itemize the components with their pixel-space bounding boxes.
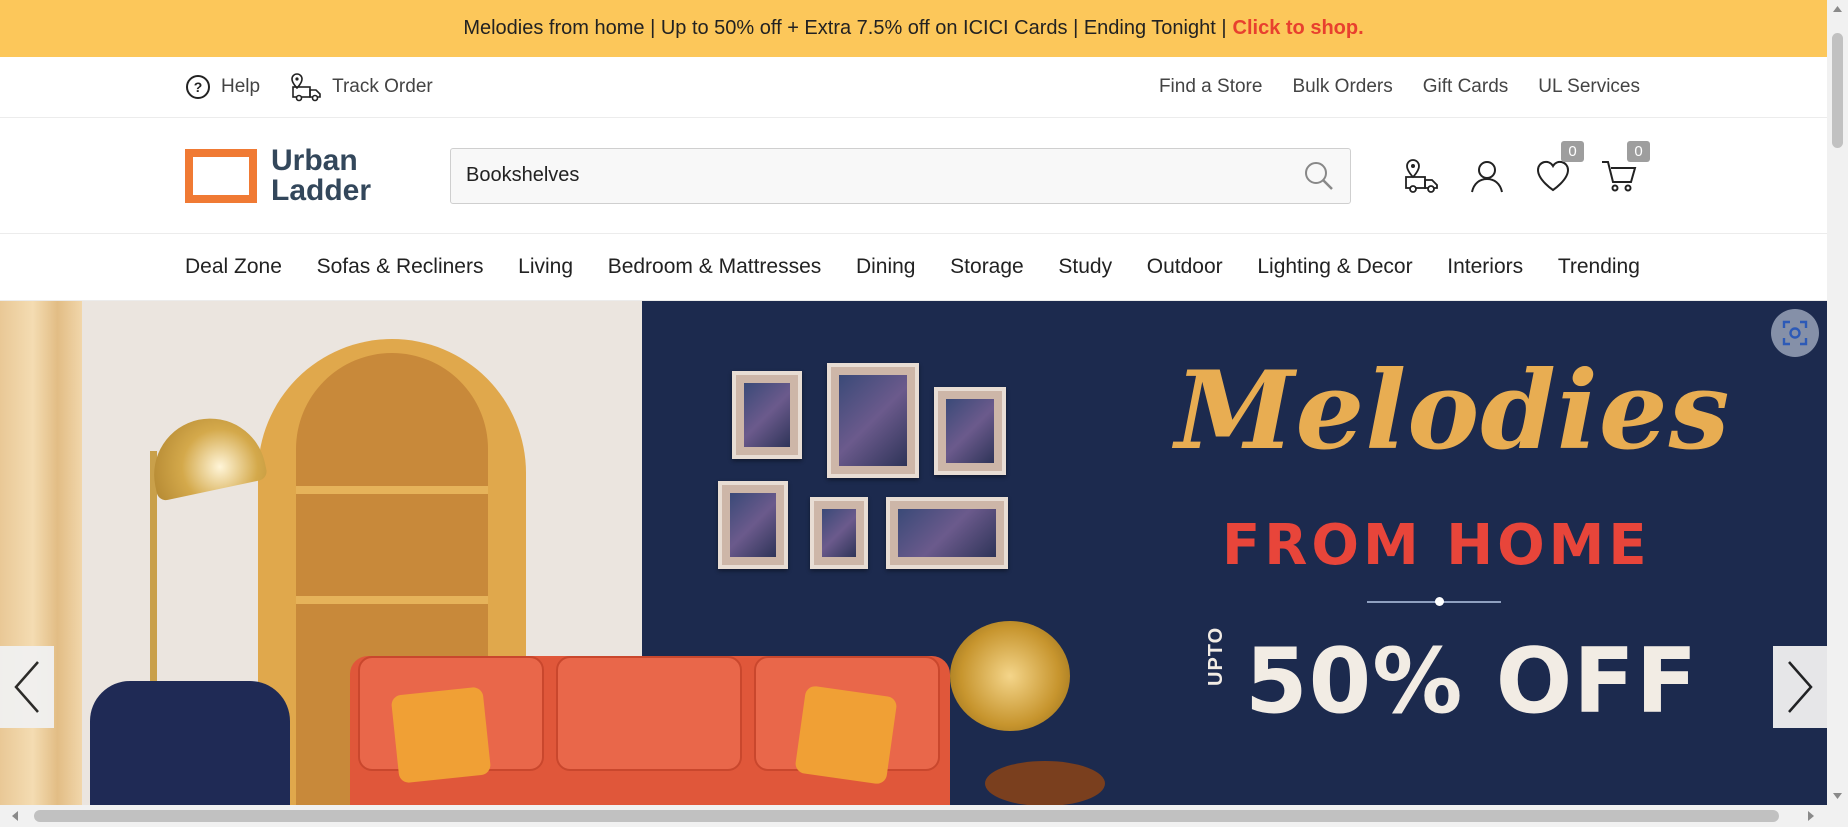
gift-cards-link[interactable]: Gift Cards <box>1423 76 1509 98</box>
viewport: Melodies from home | Up to 50% off + Ext… <box>0 0 1827 805</box>
promo-text: Melodies from home | Up to 50% off + Ext… <box>463 17 1227 39</box>
find-store-link[interactable]: Find a Store <box>1159 76 1263 98</box>
visual-search-button[interactable] <box>1771 309 1819 357</box>
nav-item-trending[interactable]: Trending <box>1558 255 1640 279</box>
nav-item-interiors[interactable]: Interiors <box>1447 255 1523 279</box>
track-order-label: Track Order <box>332 76 433 97</box>
ul-services-link[interactable]: UL Services <box>1538 76 1640 98</box>
chevron-right-icon <box>1788 661 1813 713</box>
account-button[interactable] <box>1466 155 1508 197</box>
scroll-right-arrow-icon[interactable] <box>1800 805 1822 827</box>
utility-bar: ? Help Track Order Find a Store Bulk Ord… <box>0 57 1827 118</box>
promo-banner[interactable]: Melodies from home | Up to 50% off + Ext… <box>0 0 1827 57</box>
nav-item-bedroom-mattresses[interactable]: Bedroom & Mattresses <box>608 255 822 279</box>
nav-item-storage[interactable]: Storage <box>950 255 1024 279</box>
delivery-location-icon <box>1405 158 1438 193</box>
hero-offer: 50% OFF <box>1245 629 1699 734</box>
cart-button[interactable]: 0 <box>1598 140 1650 197</box>
hero-subtitle: FROM HOME <box>1222 513 1651 578</box>
hero-title: Melodies <box>1175 348 1731 474</box>
scroll-down-arrow-icon[interactable] <box>1827 787 1848 805</box>
vertical-scroll-thumb[interactable] <box>1832 33 1843 148</box>
chevron-left-icon <box>14 661 39 713</box>
main-header: Urban Ladder 0 0 <box>0 118 1827 234</box>
urban-ladder-logo[interactable]: Urban Ladder <box>185 143 450 207</box>
cart-count-badge: 0 <box>1627 140 1650 162</box>
nav-item-living[interactable]: Living <box>518 255 573 279</box>
wishlist-count-badge: 0 <box>1561 140 1584 162</box>
nav-item-lighting-decor[interactable]: Lighting & Decor <box>1257 255 1412 279</box>
help-link[interactable]: ? Help <box>185 74 260 100</box>
hero-upto-label: UPTO <box>1205 626 1227 686</box>
wishlist-button[interactable]: 0 <box>1532 140 1584 197</box>
horizontal-scrollbar[interactable] <box>0 805 1848 827</box>
horizontal-scroll-thumb[interactable] <box>34 810 1779 822</box>
promo-shop-link[interactable]: Click to shop. <box>1233 17 1364 40</box>
logo-mark-icon <box>185 148 257 203</box>
help-icon: ? <box>186 75 210 99</box>
search-box[interactable] <box>450 147 1351 204</box>
scroll-left-arrow-icon[interactable] <box>4 805 26 827</box>
scroll-up-arrow-icon[interactable] <box>1827 0 1848 18</box>
carousel-prev-button[interactable] <box>0 646 54 728</box>
cart-icon <box>1602 160 1637 191</box>
search-input[interactable] <box>466 164 1286 187</box>
store-locator-button[interactable] <box>1400 155 1442 197</box>
nav-item-deal-zone[interactable]: Deal Zone <box>185 255 282 279</box>
hero-banner[interactable]: Melodies FROM HOME UPTO 50% OFF <box>0 301 1827 805</box>
delivery-truck-icon <box>291 73 321 102</box>
logo-line-1: Urban <box>271 143 358 177</box>
category-nav: Deal Zone Sofas & Recliners Living Bedro… <box>0 234 1827 301</box>
help-label: Help <box>221 76 261 97</box>
logo-line-2: Ladder <box>271 173 372 207</box>
nav-item-study[interactable]: Study <box>1058 255 1112 279</box>
user-icon <box>1471 160 1503 192</box>
bulk-orders-link[interactable]: Bulk Orders <box>1292 76 1392 98</box>
heart-icon <box>1536 160 1570 191</box>
camera-scan-icon <box>1782 320 1808 346</box>
track-order-link[interactable]: Track Order <box>290 72 433 102</box>
nav-item-outdoor[interactable]: Outdoor <box>1147 255 1223 279</box>
carousel-next-button[interactable] <box>1773 646 1827 728</box>
svg-text:?: ? <box>194 79 203 95</box>
nav-item-dining[interactable]: Dining <box>856 255 916 279</box>
vertical-scrollbar[interactable] <box>1827 0 1848 805</box>
search-icon[interactable] <box>1303 160 1335 192</box>
nav-item-sofas-recliners[interactable]: Sofas & Recliners <box>317 255 484 279</box>
page: Melodies from home | Up to 50% off + Ext… <box>0 0 1848 827</box>
